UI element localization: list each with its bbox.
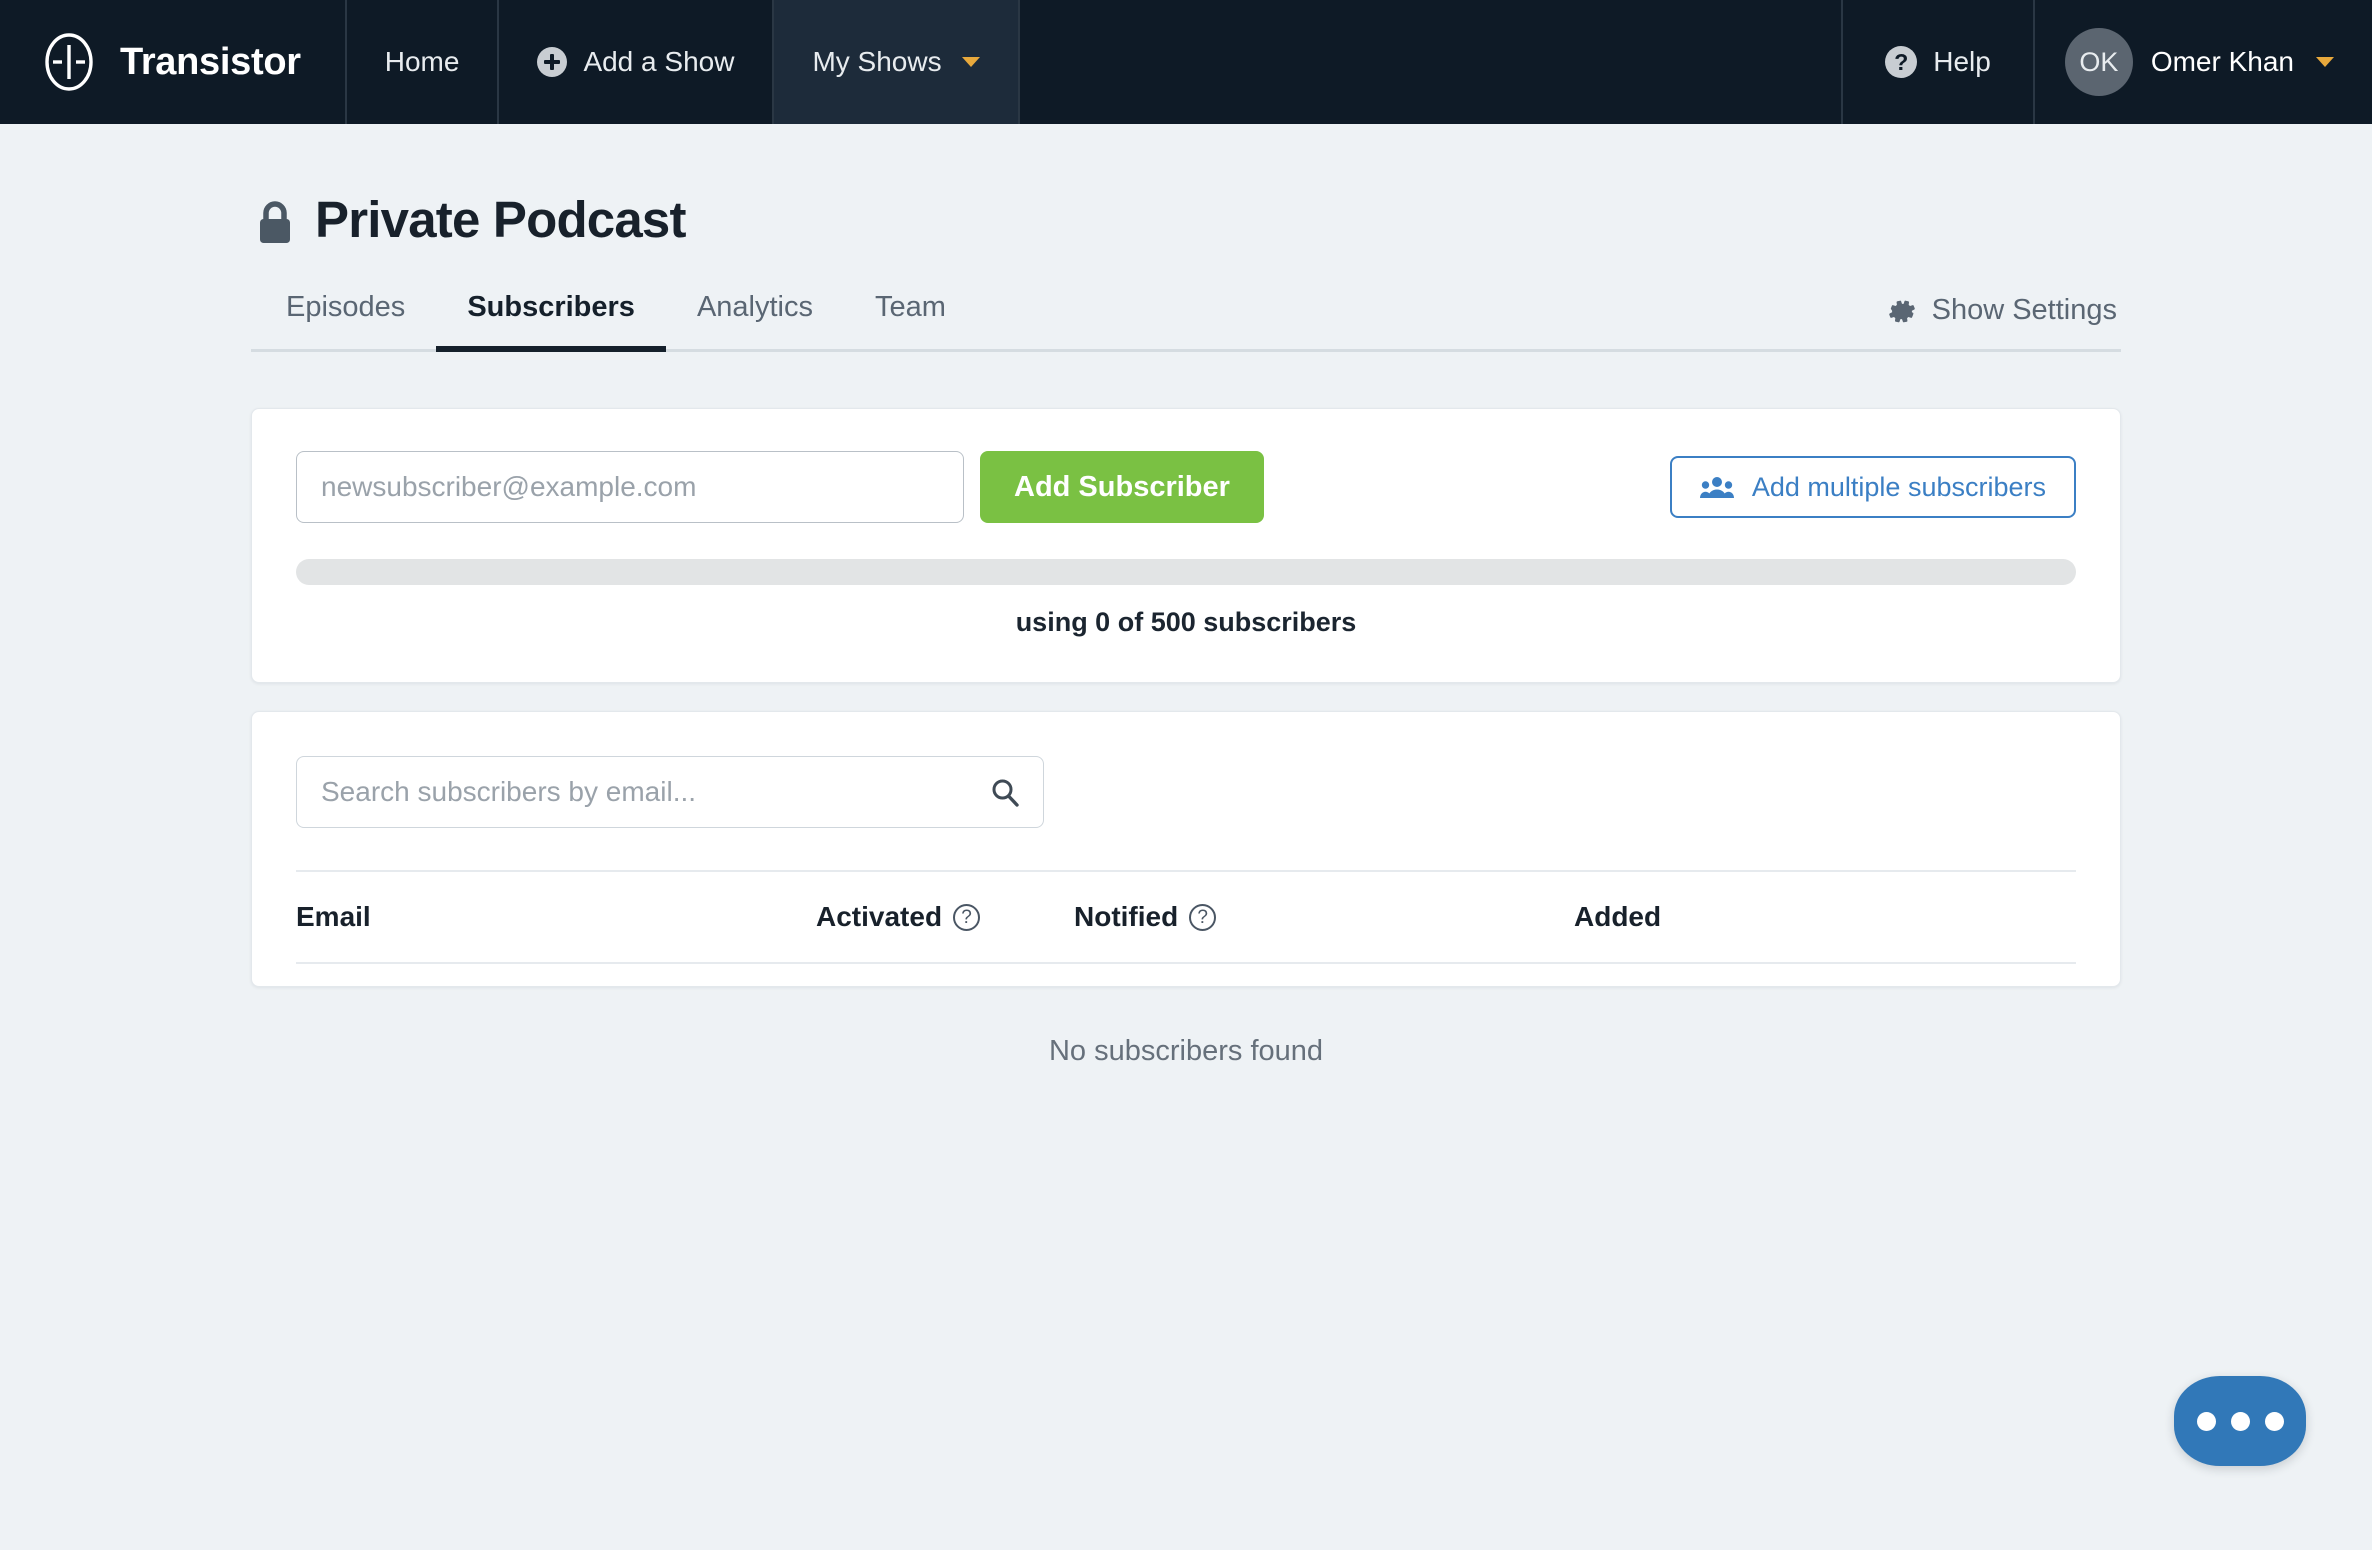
tab-episodes[interactable]: Episodes xyxy=(255,291,436,352)
nav-item-help[interactable]: ? Help xyxy=(1843,0,2035,124)
brand-home-link[interactable]: Transistor xyxy=(0,0,347,124)
page-header: Private Podcast xyxy=(251,190,2121,249)
user-menu[interactable]: OK Omer Khan xyxy=(2035,0,2372,124)
new-subscriber-email-input[interactable] xyxy=(296,451,964,523)
nav-item-my-shows[interactable]: My Shows xyxy=(774,0,1020,124)
subscriber-quota-text: using 0 of 500 subscribers xyxy=(1015,607,1357,637)
gear-icon xyxy=(1887,296,1917,326)
help-circle-icon[interactable]: ? xyxy=(1189,903,1217,931)
nav-item-add-a-show[interactable]: Add a Show xyxy=(499,0,775,124)
empty-state-message: No subscribers found xyxy=(1048,1035,1324,1067)
add-subscriber-form: Add Subscriber xyxy=(296,451,1264,523)
column-header-email-label: Email xyxy=(296,901,371,932)
brand-name: Transistor xyxy=(120,40,301,83)
tab-list: Episodes Subscribers Analytics Team xyxy=(255,291,977,352)
add-multiple-subscribers-button[interactable]: Add multiple subscribers xyxy=(1669,456,2076,518)
show-settings-label: Show Settings xyxy=(1931,294,2117,326)
chevron-down-icon xyxy=(961,57,980,67)
user-name: Omer Khan xyxy=(2150,46,2294,77)
column-header-email: Email xyxy=(296,901,816,933)
navbar-spacer xyxy=(1020,0,1844,124)
plus-circle-icon xyxy=(537,47,568,77)
column-header-notified: Notified ? xyxy=(1074,901,1574,933)
tab-team[interactable]: Team xyxy=(844,291,977,352)
chevron-down-icon xyxy=(2316,57,2334,67)
subscriber-search xyxy=(296,756,1044,828)
search-icon[interactable] xyxy=(990,777,1020,807)
question-circle-icon: ? xyxy=(1885,46,1918,78)
chat-bubble-ellipsis-icon xyxy=(2196,1411,2216,1431)
avatar: OK xyxy=(2064,28,2133,96)
nav-item-add-a-show-label: Add a Show xyxy=(583,46,735,77)
column-header-added-label: Added xyxy=(1574,901,1662,932)
subscribers-table: Email Activated ? Notified ? Added xyxy=(296,870,2076,964)
top-navbar: Transistor Home Add a Show My Shows ? He… xyxy=(0,0,2372,124)
column-header-notified-label: Notified xyxy=(1074,901,1179,932)
subscribers-table-card: Email Activated ? Notified ? Added xyxy=(251,711,2121,987)
chat-bubble-ellipsis-icon xyxy=(2264,1411,2284,1431)
nav-item-my-shows-label: My Shows xyxy=(812,46,942,77)
search-input[interactable] xyxy=(296,756,1044,828)
users-icon xyxy=(1699,475,1734,499)
add-subscriber-card: Add Subscriber Add multiple subscribers xyxy=(251,408,2121,683)
nav-item-home-label: Home xyxy=(384,46,460,77)
tabbar: Episodes Subscribers Analytics Team Show… xyxy=(251,291,2121,352)
column-header-activated: Activated ? xyxy=(816,901,1074,933)
add-multiple-subscribers-label: Add multiple subscribers xyxy=(1751,471,2046,502)
tab-subscribers[interactable]: Subscribers xyxy=(436,291,666,352)
lock-icon xyxy=(255,198,295,246)
page-content: Private Podcast Episodes Subscribers Ana… xyxy=(251,124,2121,1068)
page-title: Private Podcast xyxy=(315,191,686,248)
transistor-logo-icon xyxy=(38,31,100,93)
help-circle-icon[interactable]: ? xyxy=(953,903,981,931)
nav-item-home[interactable]: Home xyxy=(347,0,500,124)
add-subscriber-row: Add Subscriber Add multiple subscribers xyxy=(296,451,2076,523)
subscriber-quota-progressbar xyxy=(296,559,2076,585)
tab-analytics[interactable]: Analytics xyxy=(666,291,844,352)
chat-widget-button[interactable] xyxy=(2174,1376,2306,1466)
show-settings-link[interactable]: Show Settings xyxy=(1887,294,2121,349)
column-header-added: Added xyxy=(1574,901,2076,933)
nav-item-help-label: Help xyxy=(1933,46,1991,77)
table-header-row: Email Activated ? Notified ? Added xyxy=(296,872,2076,964)
column-header-activated-label: Activated xyxy=(816,901,943,932)
navbar-right-group: ? Help OK Omer Khan xyxy=(1843,0,2372,124)
chat-bubble-ellipsis-icon xyxy=(2230,1411,2250,1431)
add-subscriber-button[interactable]: Add Subscriber xyxy=(980,451,1264,523)
